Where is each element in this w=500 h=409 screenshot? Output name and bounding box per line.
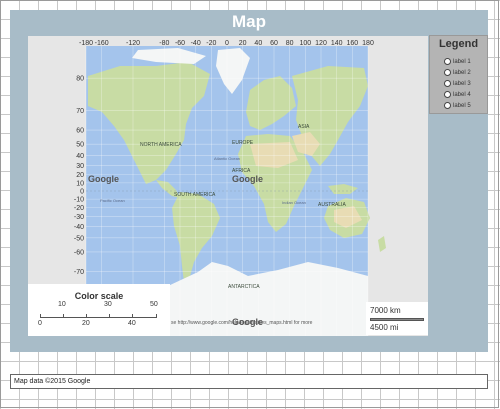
legend-label: label 2	[453, 69, 471, 76]
map-scale: 7000 km 4500 mi	[366, 302, 428, 335]
x-tick-label: 160	[346, 40, 358, 47]
scale-bar	[370, 318, 424, 321]
x-tick-label: 180	[362, 40, 374, 47]
label-south-america: SOUTH AMERICA	[174, 192, 216, 198]
x-tick-label: -160	[95, 40, 109, 47]
x-tick-label: -20	[206, 40, 216, 47]
color-scale-tick: 10	[58, 301, 66, 308]
label-pacific: Pacific Ocean	[100, 198, 125, 203]
y-tick-label: -50	[74, 235, 84, 242]
legend-item[interactable]: label 4	[444, 89, 471, 100]
x-tick-label: -120	[126, 40, 140, 47]
label-australia: AUSTRALIA	[318, 202, 346, 208]
y-tick-label: 60	[76, 128, 84, 135]
legend-item[interactable]: label 1	[444, 56, 471, 67]
color-scale-tick: 40	[128, 320, 136, 327]
color-scale-mark	[132, 314, 133, 318]
y-tick-label: -30	[74, 214, 84, 221]
color-scale-mark	[109, 314, 110, 318]
x-tick-label: 60	[270, 40, 278, 47]
x-tick-label: -80	[159, 40, 169, 47]
y-tick-label: 70	[76, 108, 84, 115]
color-scale-tick: 0	[38, 320, 42, 327]
x-tick-label: 100	[299, 40, 311, 47]
radio-icon[interactable]	[444, 80, 451, 87]
x-tick-label: 120	[315, 40, 327, 47]
x-tick-label: 80	[286, 40, 294, 47]
color-scale-tick: 50	[150, 301, 158, 308]
label-europe: EUROPE	[232, 140, 254, 146]
y-tick-label: 40	[76, 153, 84, 160]
x-tick-label: 20	[239, 40, 247, 47]
radio-icon[interactable]	[444, 102, 451, 109]
label-asia: ASIA	[298, 124, 310, 130]
y-tick-label: -20	[74, 205, 84, 212]
color-scale-mark	[156, 314, 157, 318]
label-indian: Indian Ocean	[282, 200, 306, 205]
radio-icon[interactable]	[444, 69, 451, 76]
scale-km-label: 7000 km	[370, 306, 401, 315]
radio-icon[interactable]	[444, 91, 451, 98]
y-tick-label: 30	[76, 163, 84, 170]
color-scale: Color scale 10 30 50 0 20 40	[28, 284, 170, 336]
label-north-america: NORTH AMERICA	[140, 142, 182, 148]
x-tick-label: -60	[175, 40, 185, 47]
color-scale-tick: 20	[82, 320, 90, 327]
x-tick-label: 0	[225, 40, 229, 47]
legend-label: label 3	[453, 80, 471, 87]
color-scale-mark	[63, 314, 64, 318]
color-scale-tick: 30	[104, 301, 112, 308]
y-tick-label: -40	[74, 224, 84, 231]
label-atlantic: Atlantic Ocean	[214, 156, 240, 161]
color-scale-mark	[86, 314, 87, 318]
scale-mi-label: 4500 mi	[370, 323, 399, 332]
x-tick-label: 40	[254, 40, 262, 47]
google-logo: Google	[88, 174, 119, 184]
y-tick-label: 10	[76, 180, 84, 187]
legend-box: Legend label 1 label 2 label 3 label 4 l…	[429, 35, 488, 114]
x-tick-label: 140	[331, 40, 343, 47]
legend-label: label 4	[453, 91, 471, 98]
chart-title: Map	[232, 12, 266, 31]
map-data-footer: Map data ©2015 Google	[10, 374, 488, 389]
radio-icon[interactable]	[444, 58, 451, 65]
y-tick-label: -10	[74, 197, 84, 204]
label-antarctica: ANTARCTICA	[228, 284, 260, 290]
y-tick-label: -70	[74, 269, 84, 276]
legend-label: label 5	[453, 102, 471, 109]
color-scale-title: Color scale	[74, 291, 124, 301]
legend-title: Legend	[438, 38, 479, 50]
legend-item[interactable]: label 5	[444, 100, 471, 111]
color-scale-mark	[40, 314, 41, 318]
legend-item[interactable]: label 2	[444, 67, 471, 78]
google-logo: Google	[232, 174, 263, 184]
legend-item[interactable]: label 3	[444, 78, 471, 89]
y-tick-label: 80	[76, 76, 84, 83]
x-tick-label: -180	[79, 40, 93, 47]
map-attribution[interactable]: se http://www.google.com/help/legalnotic…	[171, 320, 366, 326]
y-tick-label: 50	[76, 142, 84, 149]
y-tick-label: 20	[76, 172, 84, 179]
legend-label: label 1	[453, 58, 471, 65]
y-tick-label: -60	[74, 249, 84, 256]
x-tick-label: -40	[191, 40, 201, 47]
color-scale-axis	[40, 317, 157, 318]
y-tick-label: 0	[80, 189, 84, 196]
